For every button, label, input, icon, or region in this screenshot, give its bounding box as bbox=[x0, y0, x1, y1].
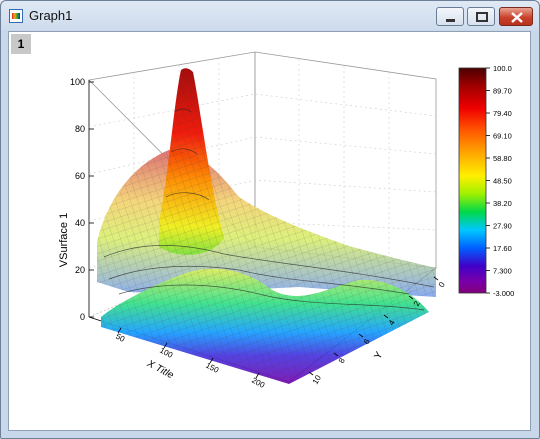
y-tick-label: 0 bbox=[437, 280, 447, 289]
z-axis: 0 20 40 60 80 100 bbox=[70, 77, 94, 322]
z-axis-label: VSurface 1 bbox=[58, 213, 70, 267]
colorbar-tick-label: 100.0 bbox=[493, 64, 512, 73]
z-tick-label: 0 bbox=[80, 312, 85, 322]
y-tick-label: 8 bbox=[337, 356, 347, 365]
colorbar-labels: 100.0 89.70 79.40 69.10 58.80 48.50 38.20 27.90… bbox=[486, 64, 514, 298]
z-tick-label: 20 bbox=[75, 265, 85, 275]
z-tick-label: 80 bbox=[75, 124, 85, 134]
close-icon bbox=[511, 12, 523, 23]
colorbar-tick-label: 69.10 bbox=[493, 132, 512, 141]
colorbar-tick-label: -3.000 bbox=[493, 289, 514, 298]
close-button[interactable] bbox=[499, 7, 533, 26]
colorbar-tick-label: 7.300 bbox=[493, 267, 512, 276]
graph-window: Graph1 1 0 20 40 60 80 100 VSurface 1 50… bbox=[0, 0, 540, 439]
z-tick-label: 40 bbox=[75, 218, 85, 228]
colorbar-tick-label: 89.70 bbox=[493, 87, 512, 96]
x-tick-label: 150 bbox=[204, 361, 220, 375]
colorbar-tick-label: 38.20 bbox=[493, 199, 512, 208]
x-axis-label: X Title bbox=[144, 358, 175, 382]
colorbar-scale[interactable] bbox=[458, 67, 487, 294]
maximize-icon bbox=[476, 12, 488, 22]
maximize-button[interactable] bbox=[467, 7, 495, 26]
colorbar-tick-label: 17.60 bbox=[493, 244, 512, 253]
colorbar-tick-label: 58.80 bbox=[493, 154, 512, 163]
minimize-button[interactable] bbox=[436, 7, 464, 26]
y-axis-label: Y bbox=[372, 350, 385, 362]
colorbar-tick-label: 48.50 bbox=[493, 177, 512, 186]
z-tick-label: 60 bbox=[75, 171, 85, 181]
graph-page[interactable]: 1 0 20 40 60 80 100 VSurface 1 50 100 15… bbox=[8, 31, 531, 431]
minimize-icon bbox=[446, 19, 455, 22]
z-tick-label: 100 bbox=[70, 77, 85, 87]
graph-app-icon[interactable] bbox=[9, 9, 23, 23]
colorbar-tick-label: 79.40 bbox=[493, 109, 512, 118]
x-tick-label: 200 bbox=[250, 376, 266, 390]
surface-plot[interactable]: 020406080100 VSurface 1 50100150200 X Ti… bbox=[9, 32, 530, 430]
title-bar[interactable]: Graph1 bbox=[1, 1, 539, 31]
colorbar-tick-label: 27.90 bbox=[493, 222, 512, 231]
window-title: Graph1 bbox=[29, 8, 73, 23]
